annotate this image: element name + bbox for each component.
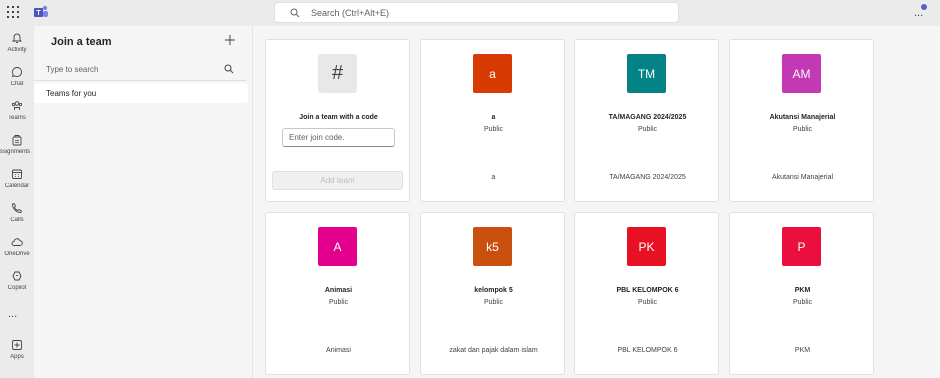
phone-icon xyxy=(12,202,23,213)
team-description: PKM xyxy=(794,347,811,354)
team-visibility: Public xyxy=(637,126,658,133)
team-description: zakat dan pajak dalam islam xyxy=(449,347,538,354)
app-launcher-icon[interactable] xyxy=(7,6,19,18)
team-name: PBL KELOMPOK 6 xyxy=(616,287,679,294)
cloud-icon xyxy=(11,238,23,246)
team-card[interactable]: AM Akutansi Manajerial Public Akutansi M… xyxy=(729,39,874,202)
team-card[interactable]: P PKM Public PKM xyxy=(729,212,874,375)
svg-text:T: T xyxy=(36,10,41,17)
copilot-icon xyxy=(12,271,22,281)
notification-dot xyxy=(921,4,927,10)
rail-item-copilot[interactable]: Copilot xyxy=(0,270,34,302)
team-avatar: AM xyxy=(782,54,821,93)
rail-label: Calls xyxy=(10,217,24,223)
rail-label: Activity xyxy=(7,47,27,53)
team-description: a xyxy=(491,174,496,181)
team-card[interactable]: A Animasi Public Animasi xyxy=(265,212,410,375)
join-team-sidebar: Join a team Type to search Teams for you xyxy=(34,26,253,378)
rail-item-onedrive[interactable]: OneDrive xyxy=(0,236,34,268)
team-avatar: PK xyxy=(627,227,666,266)
sidebar-search-input[interactable]: Type to search xyxy=(34,59,246,81)
team-avatar: P xyxy=(782,227,821,266)
team-name: Animasi xyxy=(324,287,353,294)
team-visibility: Public xyxy=(792,299,813,306)
plus-icon[interactable] xyxy=(224,34,236,46)
rail-label: Copilot xyxy=(7,285,27,291)
team-description: PBL KELOMPOK 6 xyxy=(617,347,678,354)
team-avatar: TM xyxy=(627,54,666,93)
sidebar-search-placeholder: Type to search xyxy=(46,65,99,74)
team-name: a xyxy=(491,114,496,121)
rail-label: Apps xyxy=(10,354,24,360)
sidebar-item-teams-for-you[interactable]: Teams for you xyxy=(34,83,248,103)
app-bar: Activity Chat Teams Assignments Calendar… xyxy=(0,26,34,378)
rail-label: Calendar xyxy=(4,183,30,189)
team-avatar: A xyxy=(318,227,357,266)
team-visibility: Public xyxy=(328,299,349,306)
sidebar-item-label: Teams for you xyxy=(46,89,97,98)
apps-icon xyxy=(12,340,22,350)
team-description: Akutansi Manajerial xyxy=(771,174,834,181)
team-description: Animasi xyxy=(326,347,351,354)
rail-item-teams[interactable]: Teams xyxy=(0,100,34,132)
rail-item-assignments[interactable]: Assignments xyxy=(0,134,34,166)
assignments-icon xyxy=(12,135,22,146)
teams-icon xyxy=(11,101,23,110)
team-avatar: k5 xyxy=(473,227,512,266)
rail-item-activity[interactable]: Activity xyxy=(0,32,34,64)
search-icon xyxy=(290,8,300,18)
team-visibility: Public xyxy=(483,126,504,133)
team-name: Akutansi Manajerial xyxy=(769,114,836,121)
rail-item-calls[interactable]: Calls xyxy=(0,202,34,234)
team-card[interactable]: k5 kelompok 5 Public zakat dan pajak dal… xyxy=(420,212,565,375)
team-card[interactable]: PK PBL KELOMPOK 6 Public PBL KELOMPOK 6 xyxy=(574,212,719,375)
teams-logo-icon: T xyxy=(34,5,48,17)
rail-item-calendar[interactable]: Calendar xyxy=(0,168,34,200)
team-card[interactable]: a a Public a xyxy=(420,39,565,202)
join-code-input[interactable] xyxy=(282,128,395,147)
calendar-icon xyxy=(12,169,22,179)
rail-label: OneDrive xyxy=(4,251,30,257)
chat-icon xyxy=(11,67,22,78)
team-visibility: Public xyxy=(792,126,813,133)
team-name: kelompok 5 xyxy=(474,287,513,294)
add-team-button[interactable]: Add team xyxy=(272,171,403,190)
more-options-icon[interactable]: ... xyxy=(914,8,923,19)
team-name: TA/MAGANG 2024/2025 xyxy=(608,114,687,121)
rail-item-chat[interactable]: Chat xyxy=(0,66,34,98)
rail-label: Teams xyxy=(8,115,26,121)
sidebar-title: Join a team xyxy=(51,36,112,48)
join-with-code-card: # Join a team with a code Add team xyxy=(265,39,410,202)
team-description: TA/MAGANG 2024/2025 xyxy=(609,174,686,181)
search-bar[interactable]: Search (Ctrl+Alt+E) xyxy=(274,2,679,23)
team-name: PKM xyxy=(794,287,811,294)
search-icon xyxy=(224,64,234,74)
team-visibility: Public xyxy=(483,299,504,306)
rail-label: Chat xyxy=(10,81,24,87)
team-visibility: Public xyxy=(637,299,658,306)
bell-icon xyxy=(11,33,23,43)
rail-label: Assignments xyxy=(0,149,31,155)
join-card-title: Join a team with a code xyxy=(299,114,378,121)
more-apps-icon[interactable]: ... xyxy=(8,308,17,320)
hashtag-icon: # xyxy=(318,54,357,93)
title-bar: T Search (Ctrl+Alt+E) ... xyxy=(0,0,940,26)
team-avatar: a xyxy=(473,54,512,93)
search-placeholder: Search (Ctrl+Alt+E) xyxy=(311,8,390,18)
team-card[interactable]: TM TA/MAGANG 2024/2025 Public TA/MAGANG … xyxy=(574,39,719,202)
rail-item-apps[interactable]: Apps xyxy=(0,339,34,371)
